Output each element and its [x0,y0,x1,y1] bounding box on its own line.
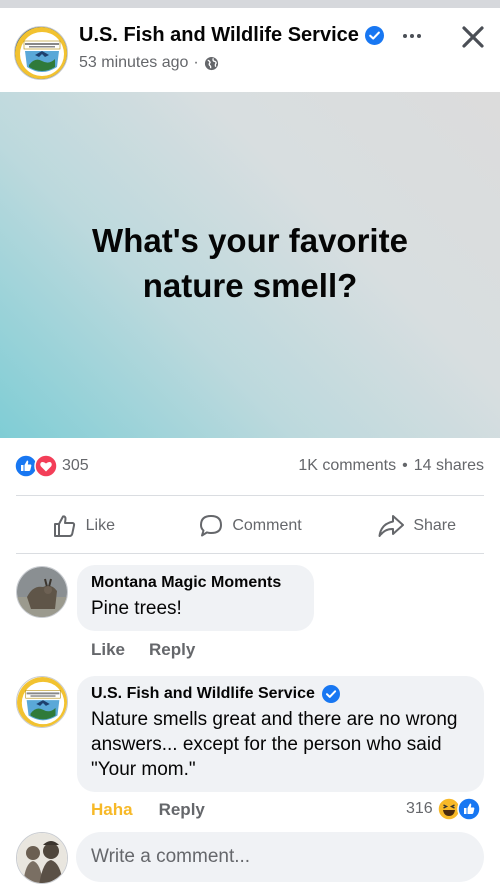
reply-bubble[interactable]: U.S. Fish and Wildlife Service Nature sm… [77,676,484,792]
reply-author[interactable]: U.S. Fish and Wildlife Service [91,685,315,703]
reactions-summary[interactable]: 305 [14,454,89,478]
post-meta: 53 minutes ago · [79,54,219,72]
comment-icon [200,515,223,537]
reply-haha-button[interactable]: Haha [91,800,133,820]
reaction-count: 305 [62,457,89,474]
reaction-icons [14,454,58,478]
close-icon[interactable] [458,22,488,52]
top-strip [0,0,500,8]
post-card[interactable]: What's your favorite nature smell? [0,92,500,438]
comment-bubble[interactable]: Montana Magic Moments Pine trees! [77,565,314,631]
reply-reply-button[interactable]: Reply [159,800,205,820]
share-label: Share [413,517,457,534]
like-button[interactable]: Like [0,504,167,548]
reply-actions: Haha Reply [91,800,205,820]
share-button[interactable]: Share [333,504,500,548]
comment-like-button[interactable]: Like [91,640,125,660]
post-actions: Like Comment Share [0,504,500,548]
thumbs-up-icon [53,515,75,537]
reply-reaction-count: 316 [406,800,433,817]
comments-count[interactable]: 1K comments [298,457,396,475]
verified-icon [321,685,340,703]
reply-reaction-icons [436,797,481,821]
comment-button[interactable]: Comment [167,504,334,548]
reply-reactions[interactable]: 316 [406,797,481,821]
post-time[interactable]: 53 minutes ago [79,54,188,72]
post-header: U.S. Fish and Wildlife Service 53 minute… [0,8,500,92]
reply-text: Nature smells great and there are no wro… [91,709,458,780]
comment-label: Comment [232,517,302,534]
comment-text: Pine trees! [91,598,182,619]
commenter-avatar[interactable] [16,566,68,618]
like-reaction-icon [456,797,481,821]
meta-separator: · [193,54,199,71]
comment-author[interactable]: Montana Magic Moments [91,574,300,592]
page-name-row: U.S. Fish and Wildlife Service [79,24,384,47]
more-icon[interactable] [398,24,426,48]
page-name[interactable]: U.S. Fish and Wildlife Service [79,24,359,47]
comment-actions: Like Reply [91,640,195,660]
post-text: What's your favorite nature smell? [92,222,408,304]
like-label: Like [85,517,116,534]
share-icon [378,515,405,537]
stats-separator: • [402,457,408,474]
love-reaction-icon [34,454,58,478]
page-avatar[interactable] [14,26,68,80]
post-stats: 1K comments • 14 shares [298,457,484,475]
globe-icon [204,56,219,71]
divider [16,495,484,496]
shares-count[interactable]: 14 shares [414,457,484,475]
reply-avatar[interactable] [16,676,68,728]
divider [16,553,484,554]
verified-icon [364,26,384,45]
user-avatar[interactable] [16,832,68,884]
comment-input[interactable]: Write a comment... [76,832,484,882]
reply-author-row: U.S. Fish and Wildlife Service [91,685,470,703]
comment-reply-button[interactable]: Reply [149,640,195,660]
